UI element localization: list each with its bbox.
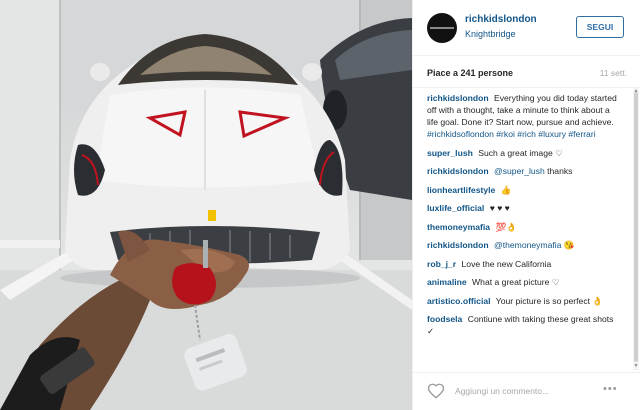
comment-username[interactable]: richkidslondon: [427, 240, 489, 250]
post-timestamp[interactable]: 11 sett.: [600, 68, 627, 78]
scroll-down-icon[interactable]: ▼: [633, 363, 639, 369]
comment-item: artistico.official Your picture is so pe…: [427, 295, 623, 307]
follow-button[interactable]: SEGUI: [576, 16, 624, 38]
ferrari-photo: [0, 0, 412, 410]
post-username[interactable]: richkidslondon: [465, 14, 537, 25]
post-photo[interactable]: [0, 0, 412, 410]
comment-text: thanks: [547, 166, 573, 176]
comments-list: richkidslondon Everything you did today …: [427, 92, 623, 370]
post-sidebar: richkidslondon Knightbridge SEGUI Piace …: [412, 0, 640, 410]
comments-scrollbar[interactable]: [633, 88, 639, 370]
comment-username[interactable]: animaline: [427, 277, 467, 287]
likes-row: Piace a 241 persone 11 sett.: [413, 56, 640, 88]
comment-mention[interactable]: @super_lush: [494, 166, 545, 176]
avatar[interactable]: [427, 13, 457, 43]
post-header: richkidslondon Knightbridge SEGUI: [413, 0, 640, 56]
comment-item: richkidslondon @themoneymafia 😘: [427, 239, 623, 251]
comment-username[interactable]: rob_j_r: [427, 259, 456, 269]
comment-username[interactable]: super_lush: [427, 148, 473, 158]
comment-item: rob_j_r Love the new California: [427, 258, 623, 270]
comment-username[interactable]: lionheartlifestyle: [427, 185, 495, 195]
comment-text: 👍: [500, 184, 512, 195]
post-location[interactable]: Knightbridge: [465, 29, 516, 39]
comment-text: Such a great image ♡: [478, 147, 563, 158]
comment-text: Love the new California: [461, 258, 552, 269]
more-options-icon[interactable]: •••: [603, 383, 618, 395]
comment-username[interactable]: themoneymafia: [427, 222, 490, 232]
scrollbar-thumb[interactable]: [634, 92, 638, 362]
comment-item: themoneymafia 💯👌: [427, 221, 623, 233]
caption-hashtags[interactable]: #richkidsoflondon #rkoi #rich #luxury #f…: [427, 129, 596, 139]
caption-username[interactable]: richkidslondon: [427, 93, 489, 103]
comment-username[interactable]: foodsela: [427, 314, 462, 324]
comment-item: luxlife_official ♥ ♥ ♥: [427, 202, 623, 214]
scroll-up-icon[interactable]: ▲: [633, 88, 639, 94]
comment-text: What a great picture ♡: [472, 277, 560, 287]
comment-item: lionheartlifestyle 👍: [427, 184, 623, 196]
comment-username[interactable]: artistico.official: [427, 296, 491, 306]
comment-text: 💯👌: [495, 221, 517, 232]
add-comment-input[interactable]: [455, 384, 595, 398]
likes-count[interactable]: Piace a 241 persone: [427, 68, 513, 78]
comment-username[interactable]: richkidslondon: [427, 166, 489, 176]
caption: richkidslondon Everything you did today …: [427, 92, 623, 140]
comment-text: Your picture is so perfect 👌: [495, 295, 604, 306]
heart-icon[interactable]: [427, 382, 445, 400]
comment-mention[interactable]: @themoneymafia: [494, 240, 561, 250]
comment-item: richkidslondon @super_lush thanks: [427, 165, 623, 177]
comment-text: 😘: [563, 240, 575, 250]
comment-username[interactable]: luxlife_official: [427, 203, 484, 213]
comment-item: animaline What a great picture ♡: [427, 276, 623, 288]
comment-item: foodsela Contiune with taking these grea…: [427, 313, 623, 337]
comment-item: super_lush Such a great image ♡: [427, 147, 623, 159]
post-footer: •••: [413, 372, 640, 410]
comment-text: ♥ ♥ ♥: [489, 203, 510, 213]
